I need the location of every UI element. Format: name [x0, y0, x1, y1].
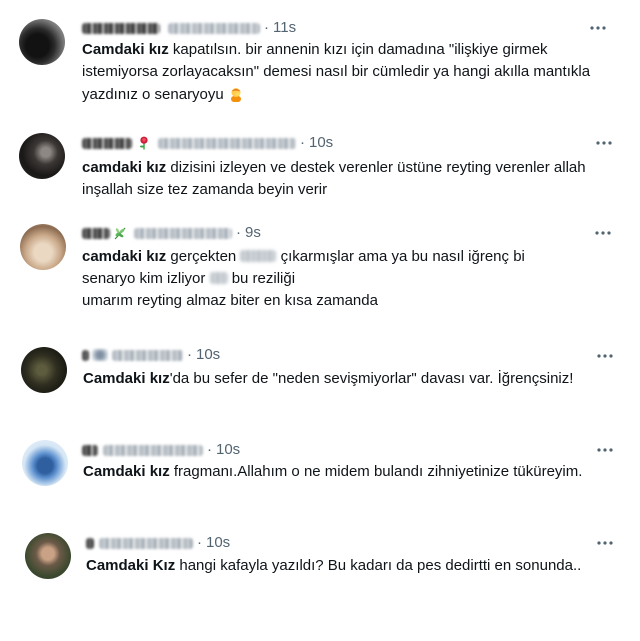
highlighted-keyword: Camdaki kız	[82, 41, 169, 58]
more-options-icon[interactable]	[594, 224, 612, 242]
tweet-text: çıkarmışlar ama ya bu nasıl iğrenç bi	[276, 248, 525, 265]
tweet-text: gerçekten	[166, 248, 241, 265]
author-name-redacted[interactable]	[82, 349, 89, 361]
highlighted-keyword: Camdaki kız	[83, 463, 170, 480]
tweet[interactable]: · 10s camdaki kız dizisini izleyen ve de…	[0, 123, 640, 208]
author-handle-redacted[interactable]	[134, 227, 232, 239]
tweet[interactable]: · 9s camdaki kız gerçekten çıkarmışlar a…	[0, 215, 640, 315]
tweet-text: dizisini izleyen ve destek verenler üstü…	[166, 159, 586, 176]
separator-dot: ·	[197, 534, 202, 551]
timestamp[interactable]: 10s	[196, 345, 220, 365]
separator-dot: ·	[264, 19, 269, 36]
redacted-word	[209, 272, 228, 284]
tweet[interactable]: · 10s Camdaki kız'da bu sefer de "neden …	[0, 337, 640, 397]
more-options-icon[interactable]	[589, 19, 607, 37]
tweet-text-line: Camdaki Kız hangi kafayla yazıldı? Bu ka…	[86, 555, 581, 577]
author-name-redacted[interactable]	[82, 22, 160, 34]
timestamp[interactable]: 10s	[216, 440, 240, 460]
facepalm-emoji-icon	[228, 86, 244, 102]
tweet-header: · 11s	[82, 18, 296, 38]
author-handle-redacted[interactable]	[99, 537, 193, 549]
avatar[interactable]	[25, 533, 71, 579]
tweet-text: fragmanı.Allahım o ne midem bulandı zihn…	[169, 463, 583, 480]
author-handle-redacted[interactable]	[103, 444, 203, 456]
author-handle-redacted[interactable]	[112, 349, 183, 361]
tweet-text-line: camdaki kız dizisini izleyen ve destek v…	[82, 157, 586, 179]
tweet-text: senaryo kim izliyor	[82, 270, 210, 287]
author-handle-redacted[interactable]	[168, 22, 260, 34]
highlighted-keyword: camdaki kız	[82, 248, 167, 265]
tweet-text: yazdınız o senaryoyu	[82, 86, 228, 103]
separator-dot: ·	[187, 346, 192, 363]
separator-dot: ·	[300, 134, 305, 151]
tweet-header: · 10s	[82, 345, 220, 365]
author-badge-redacted	[92, 349, 108, 361]
more-options-icon[interactable]	[595, 134, 613, 152]
tweet-text-line: inşallah size tez zamanda beyin verir	[82, 181, 328, 198]
tweet-header: · 10s	[86, 533, 230, 553]
tweet-header: · 9s	[82, 223, 261, 243]
separator-dot: ·	[207, 441, 212, 458]
avatar[interactable]	[20, 224, 66, 270]
tweet-text: hangi kafayla yazıldı? Bu kadarı da pes …	[175, 557, 582, 574]
tweet[interactable]: · 10s Camdaki Kız hangi kafayla yazıldı?…	[0, 523, 640, 588]
avatar[interactable]	[21, 347, 67, 393]
tweet-text: 'da bu sefer de "neden sevişmiyorlar" da…	[169, 370, 574, 387]
author-handle-redacted[interactable]	[158, 137, 296, 149]
tweet-text-line: Camdaki kız kapatılsın. bir annenin kızı…	[82, 39, 548, 61]
author-name-redacted[interactable]	[86, 537, 94, 549]
avatar[interactable]	[22, 440, 68, 486]
tweet-text: bu reziliği	[227, 270, 296, 287]
author-name-redacted[interactable]	[82, 137, 132, 149]
tweet-header: · 10s	[82, 133, 333, 153]
timestamp[interactable]: 11s	[273, 18, 296, 38]
tweet-text-line: yazdınız o senaryoyu	[82, 84, 244, 106]
timestamp[interactable]: 10s	[309, 133, 333, 153]
tweet-text: kapatılsın. bir annenin kızı için damadı…	[168, 41, 548, 58]
more-options-icon[interactable]	[596, 347, 614, 365]
avatar[interactable]	[19, 133, 65, 179]
highlighted-keyword: Camdaki Kız	[86, 557, 176, 574]
tweet-header: · 10s	[82, 440, 240, 460]
tweet-text-line: istemiyorsa zorlayacaksın" demesi nasıl …	[82, 63, 591, 80]
more-options-icon[interactable]	[596, 441, 614, 459]
tweet-text-line: senaryo kim izliyor bu reziliği	[82, 268, 295, 290]
tweet[interactable]: · 11s Camdaki kız kapatılsın. bir anneni…	[0, 10, 640, 115]
herb-emoji-icon	[113, 226, 127, 240]
tweet[interactable]: · 10s Camdaki kız fragmanı.Allahım o ne …	[0, 430, 640, 492]
timestamp[interactable]: 9s	[245, 223, 261, 243]
highlighted-keyword: Camdaki kız	[83, 370, 170, 387]
timestamp[interactable]: 10s	[206, 533, 230, 553]
rose-emoji-icon	[138, 136, 150, 150]
author-name-redacted[interactable]	[82, 444, 98, 456]
more-options-icon[interactable]	[596, 534, 614, 552]
avatar[interactable]	[19, 19, 65, 65]
tweet-text-line: Camdaki kız fragmanı.Allahım o ne midem …	[83, 461, 582, 483]
tweet-text-line: Camdaki kız'da bu sefer de "neden sevişm…	[83, 368, 573, 390]
separator-dot: ·	[236, 224, 241, 241]
redacted-word	[240, 250, 277, 262]
author-name-redacted[interactable]	[82, 227, 110, 239]
tweet-text-line: umarım reyting almaz biter en kısa zaman…	[82, 292, 378, 309]
highlighted-keyword: camdaki kız	[82, 159, 167, 176]
tweet-text-line: camdaki kız gerçekten çıkarmışlar ama ya…	[82, 246, 525, 268]
